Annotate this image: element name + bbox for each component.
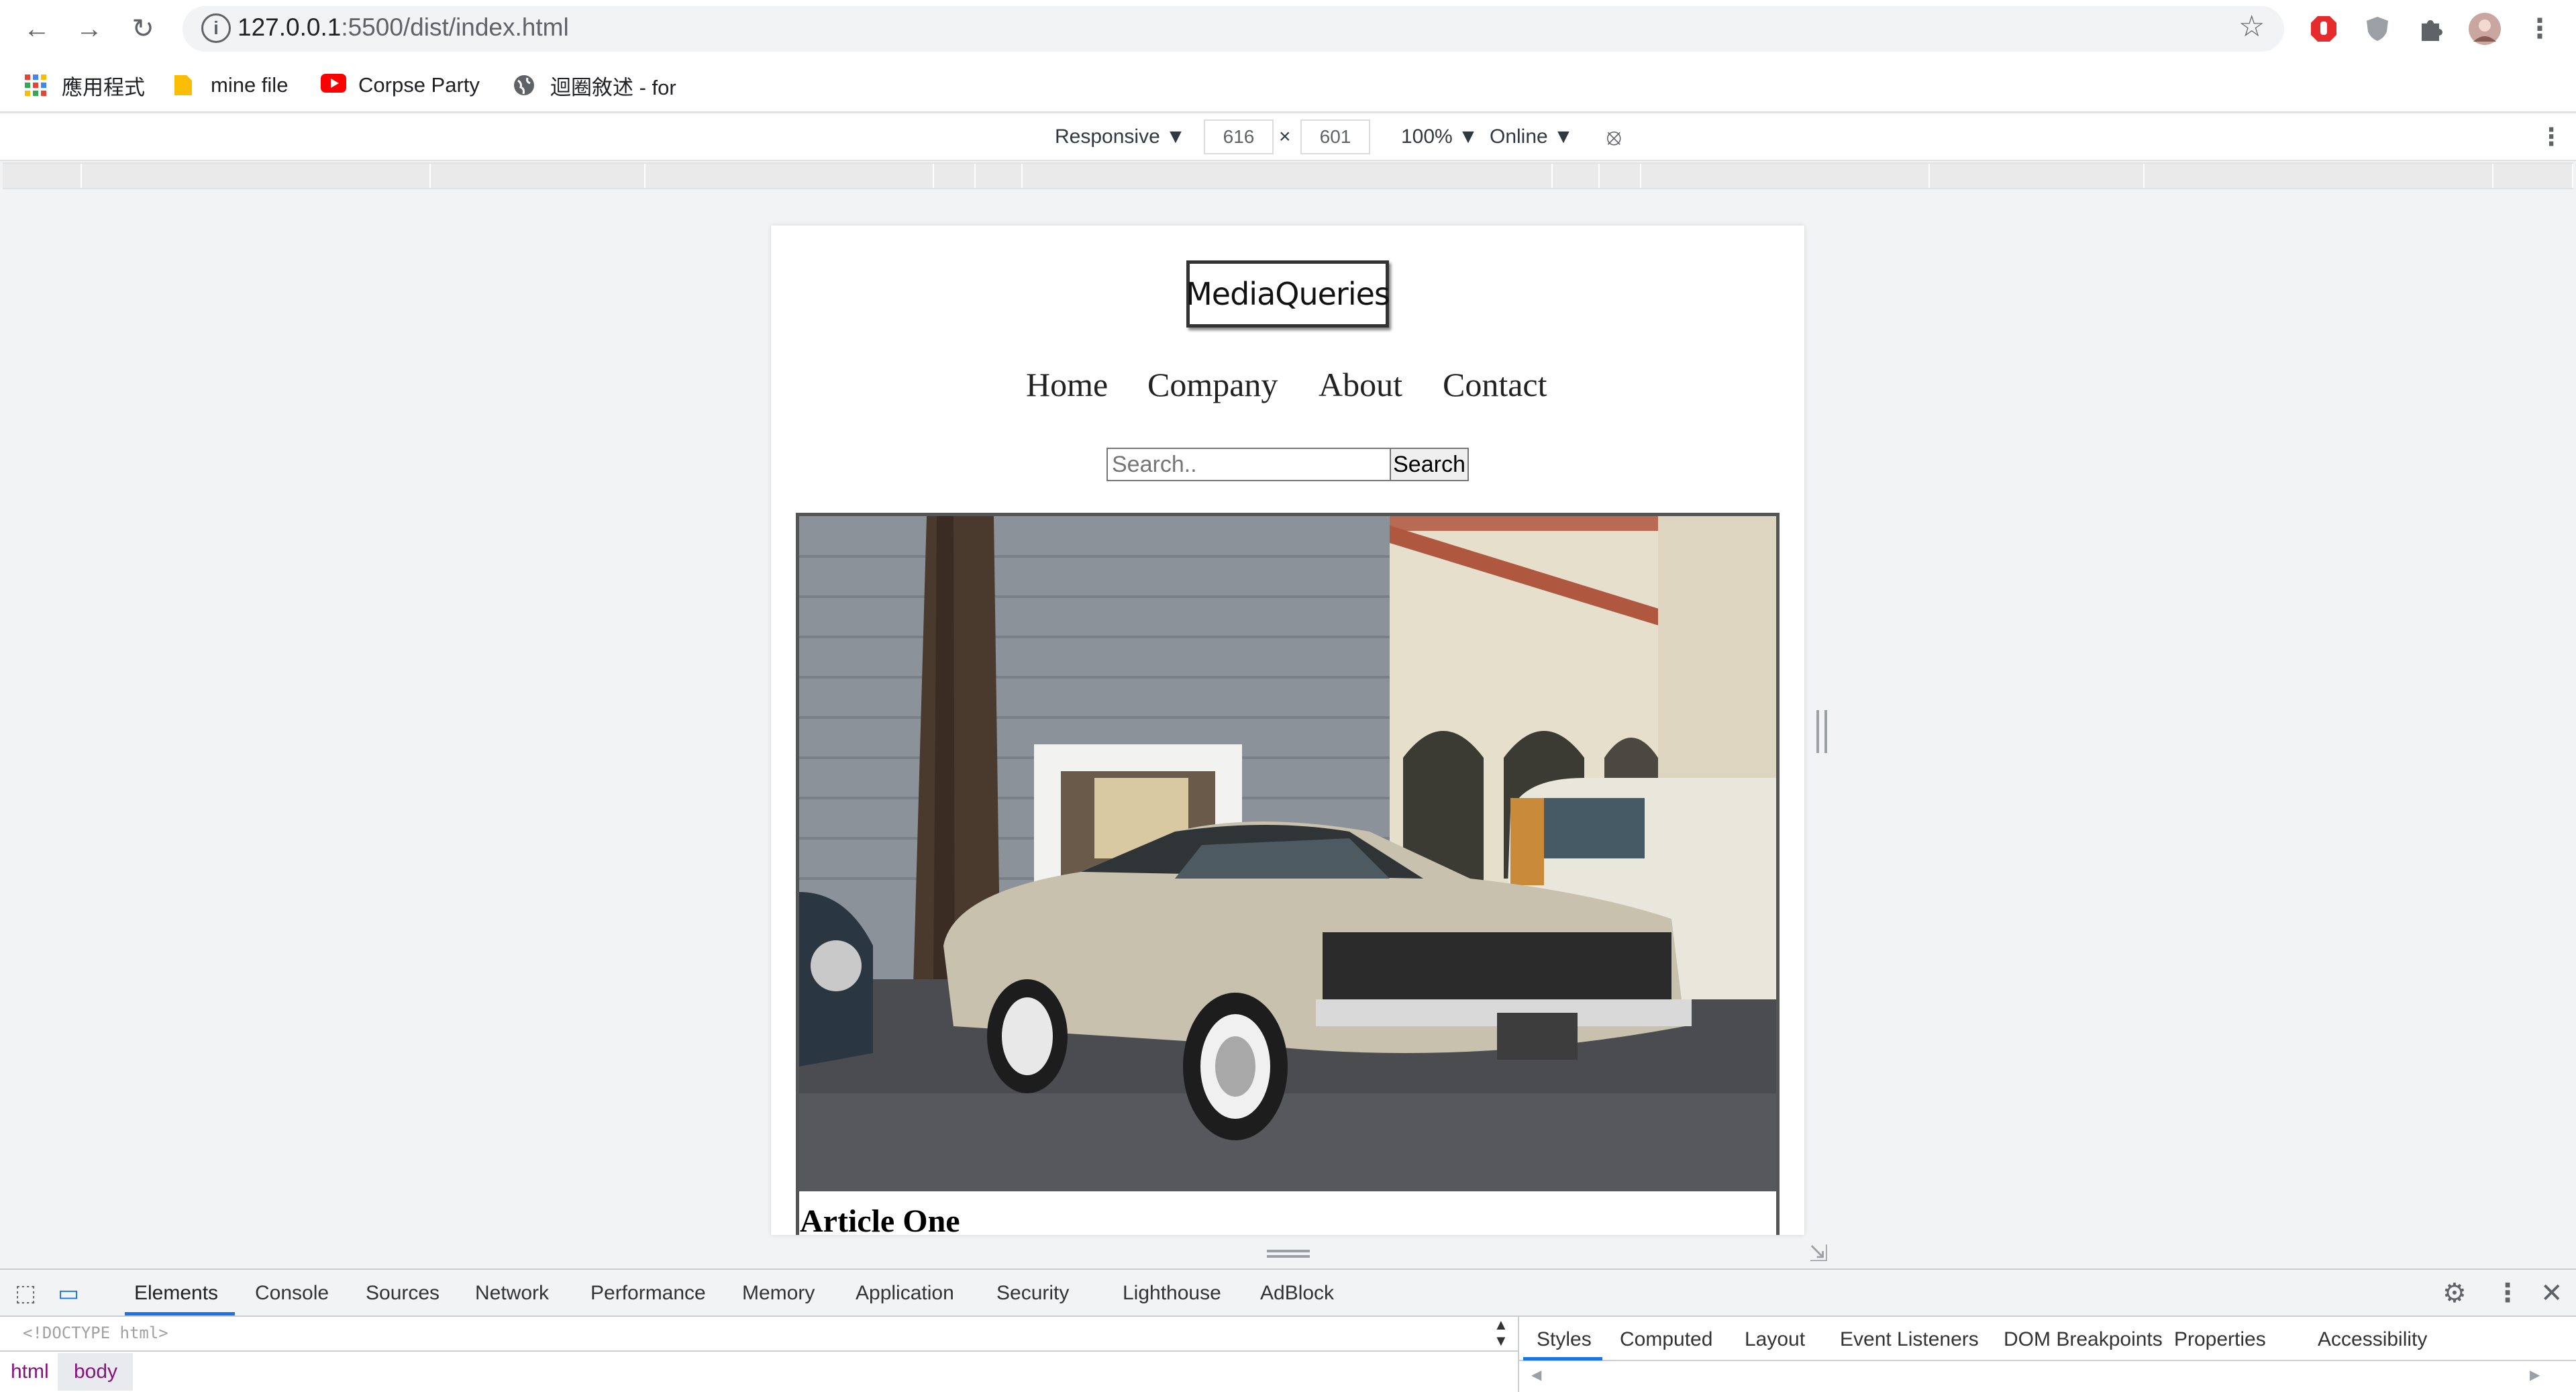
- tab-accessibility[interactable]: Accessibility: [2318, 1325, 2427, 1354]
- media-query-segment[interactable]: [1553, 164, 1600, 188]
- viewport-height-input[interactable]: 601: [1300, 119, 1370, 154]
- viewport-resize-corner-icon[interactable]: ⇲: [1809, 1240, 1828, 1267]
- media-query-segment[interactable]: [2145, 164, 2493, 188]
- tab-properties[interactable]: Properties: [2174, 1325, 2266, 1354]
- bookmark-apps[interactable]: 應用程式: [24, 68, 145, 102]
- site-info-icon[interactable]: i: [201, 13, 231, 43]
- search-input[interactable]: Search..: [1106, 448, 1391, 481]
- nav-home[interactable]: Home: [1026, 365, 1108, 404]
- tab-performance[interactable]: Performance: [590, 1278, 706, 1309]
- youtube-icon: [321, 74, 346, 97]
- breadcrumb-body[interactable]: body: [74, 1358, 117, 1385]
- tab-elements[interactable]: Elements: [134, 1278, 218, 1309]
- media-query-segment[interactable]: [431, 164, 646, 188]
- globe-icon: [513, 74, 535, 97]
- bookmark-star-icon[interactable]: ☆: [2238, 9, 2265, 44]
- media-query-segment[interactable]: [934, 164, 976, 188]
- tab-styles[interactable]: Styles: [1537, 1325, 1592, 1354]
- article-title: Article One: [800, 1203, 960, 1235]
- dom-breadcrumbs: [0, 1350, 1518, 1392]
- emulated-page: MediaQueries Home Company About Contact …: [771, 226, 1804, 1235]
- active-styles-tab-indicator: [1523, 1357, 1602, 1360]
- viewport-resize-handle-bottom[interactable]: [1267, 1250, 1310, 1258]
- media-query-segment[interactable]: [1930, 164, 2145, 188]
- dropdown-arrow-icon: ▼: [1166, 126, 1186, 148]
- search-button[interactable]: Search: [1390, 448, 1469, 481]
- apps-grid-icon: [24, 74, 47, 97]
- network-label: Online: [1490, 126, 1548, 148]
- media-query-segment[interactable]: [1600, 164, 1641, 188]
- dom-doctype-line[interactable]: <!DOCTYPE html>: [23, 1324, 168, 1342]
- chrome-menu-icon[interactable]: ⋮: [2520, 9, 2559, 48]
- url-text[interactable]: 127.0.0.1:5500/dist/index.html: [238, 11, 569, 44]
- dropdown-arrow-icon: ▼: [1458, 126, 1478, 148]
- url-host: 127.0.0.1: [238, 13, 342, 41]
- reload-icon[interactable]: ↻: [123, 9, 162, 48]
- bookmark-label: Corpse Party: [358, 73, 480, 97]
- network-throttle-select[interactable]: Online ▼: [1490, 123, 1574, 150]
- media-query-segment[interactable]: [646, 164, 934, 188]
- media-query-segment[interactable]: [2493, 164, 2573, 188]
- device-toolbar-more-icon[interactable]: ⋮: [2539, 123, 2563, 150]
- adblock-extension-icon[interactable]: [2304, 9, 2343, 48]
- zoom-label: 100%: [1401, 126, 1453, 148]
- device-mode-label: Responsive: [1055, 126, 1160, 148]
- viewport-width-input[interactable]: 616: [1204, 119, 1274, 154]
- tab-network[interactable]: Network: [475, 1278, 549, 1309]
- tab-sources[interactable]: Sources: [366, 1278, 440, 1309]
- back-icon[interactable]: ←: [17, 9, 56, 48]
- device-mode-select[interactable]: Responsive ▼: [1055, 123, 1186, 150]
- tab-adblock[interactable]: AdBlock: [1260, 1278, 1334, 1309]
- profile-avatar[interactable]: [2465, 9, 2504, 48]
- bookmark-mine-file[interactable]: mine file: [173, 68, 288, 102]
- site-logo[interactable]: MediaQueries: [1186, 260, 1390, 328]
- scroll-right-icon[interactable]: ▶: [2530, 1366, 2540, 1383]
- inspect-element-icon[interactable]: ⬚: [15, 1278, 36, 1309]
- dropdown-arrow-icon: ▼: [1553, 126, 1574, 148]
- media-query-segment[interactable]: [976, 164, 1023, 188]
- article-image: [799, 516, 1776, 1191]
- tab-layout[interactable]: Layout: [1745, 1325, 1805, 1354]
- shield-extension-icon[interactable]: [2358, 9, 2397, 48]
- url-path: :5500/dist/index.html: [341, 13, 569, 41]
- bookmark-label: 應用程式: [62, 75, 145, 99]
- rotate-icon[interactable]: ⦻: [1606, 123, 1621, 150]
- tab-security[interactable]: Security: [996, 1278, 1069, 1309]
- nav-about[interactable]: About: [1319, 365, 1402, 404]
- close-devtools-icon[interactable]: ✕: [2540, 1278, 2563, 1309]
- zoom-select[interactable]: 100% ▼: [1401, 123, 1478, 150]
- active-tab-indicator: [125, 1312, 235, 1315]
- bookmark-for-loop[interactable]: 迴圈敘述 - for: [513, 68, 676, 102]
- dimension-separator: ×: [1279, 126, 1291, 148]
- tab-computed[interactable]: Computed: [1620, 1325, 1712, 1354]
- tab-lighthouse[interactable]: Lighthouse: [1123, 1278, 1221, 1309]
- nav-contact[interactable]: Contact: [1443, 365, 1547, 404]
- media-query-segment[interactable]: [1641, 164, 1930, 188]
- bookmark-corpse-party[interactable]: Corpse Party: [321, 68, 480, 102]
- bookmark-label: 迴圈敘述 - for: [550, 75, 676, 99]
- settings-gear-icon[interactable]: ⚙: [2442, 1278, 2467, 1309]
- scroll-left-icon[interactable]: ◀: [1531, 1366, 1541, 1383]
- tab-console[interactable]: Console: [255, 1278, 329, 1309]
- tab-memory[interactable]: Memory: [742, 1278, 815, 1309]
- bookmark-label: mine file: [211, 73, 289, 97]
- devtools-more-icon[interactable]: ⋮: [2495, 1278, 2520, 1309]
- folder-icon: [173, 74, 196, 97]
- breadcrumb-html[interactable]: html: [11, 1358, 49, 1385]
- nav-company[interactable]: Company: [1147, 365, 1278, 404]
- device-toggle-icon[interactable]: ▭: [58, 1278, 79, 1309]
- media-query-segment[interactable]: [1023, 164, 1553, 188]
- tab-dom-breakpoints[interactable]: DOM Breakpoints: [2004, 1325, 2163, 1354]
- tab-application[interactable]: Application: [856, 1278, 954, 1309]
- tab-event-listeners[interactable]: Event Listeners: [1840, 1325, 1979, 1354]
- extensions-puzzle-icon[interactable]: [2412, 9, 2451, 48]
- media-query-segment[interactable]: [82, 164, 431, 188]
- viewport-resize-handle-right[interactable]: [1816, 710, 1827, 753]
- scroll-arrows-icon[interactable]: ▲ ▼: [1494, 1317, 1508, 1349]
- media-query-segment[interactable]: [3, 164, 82, 188]
- forward-icon[interactable]: →: [70, 9, 109, 48]
